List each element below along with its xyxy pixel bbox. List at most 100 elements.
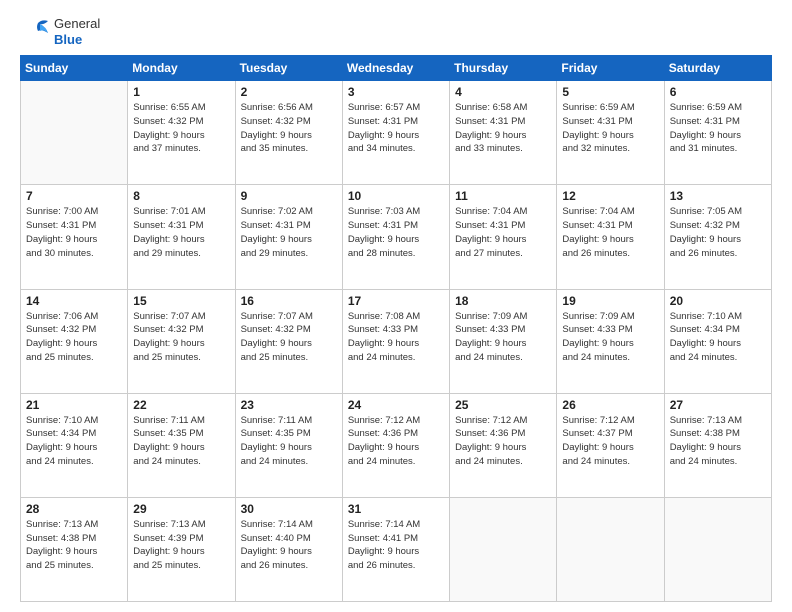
calendar-cell: 25 Sunrise: 7:12 AM Sunset: 4:36 PM Dayli… [450,393,557,497]
day-info: Sunrise: 7:07 AM Sunset: 4:32 PM Dayligh… [133,310,229,365]
calendar-cell: 10 Sunrise: 7:03 AM Sunset: 4:31 PM Dayli… [342,185,449,289]
day-number: 4 [455,85,551,99]
day-number: 17 [348,294,444,308]
day-number: 21 [26,398,122,412]
calendar-week-row-4: 21 Sunrise: 7:10 AM Sunset: 4:34 PM Dayli… [21,393,772,497]
day-info: Sunrise: 6:59 AM Sunset: 4:31 PM Dayligh… [562,101,658,156]
day-number: 5 [562,85,658,99]
day-number: 27 [670,398,766,412]
day-number: 9 [241,189,337,203]
logo-blue: Blue [54,32,100,48]
day-info: Sunrise: 7:14 AM Sunset: 4:41 PM Dayligh… [348,518,444,573]
day-number: 6 [670,85,766,99]
page: General Blue SundayMondayTuesdayWednesda… [0,0,792,612]
calendar-cell: 27 Sunrise: 7:13 AM Sunset: 4:38 PM Dayli… [664,393,771,497]
day-info: Sunrise: 7:09 AM Sunset: 4:33 PM Dayligh… [455,310,551,365]
day-number: 8 [133,189,229,203]
day-info: Sunrise: 7:04 AM Sunset: 4:31 PM Dayligh… [455,205,551,260]
calendar-cell [664,497,771,601]
calendar-cell [557,497,664,601]
day-info: Sunrise: 7:12 AM Sunset: 4:37 PM Dayligh… [562,414,658,469]
day-number: 23 [241,398,337,412]
logo-general: General [54,16,100,32]
calendar-cell: 12 Sunrise: 7:04 AM Sunset: 4:31 PM Dayli… [557,185,664,289]
calendar-cell: 3 Sunrise: 6:57 AM Sunset: 4:31 PM Daylig… [342,81,449,185]
calendar-table: SundayMondayTuesdayWednesdayThursdayFrid… [20,55,772,602]
day-info: Sunrise: 6:55 AM Sunset: 4:32 PM Dayligh… [133,101,229,156]
calendar-cell: 18 Sunrise: 7:09 AM Sunset: 4:33 PM Dayli… [450,289,557,393]
weekday-header-saturday: Saturday [664,56,771,81]
day-number: 30 [241,502,337,516]
calendar-cell: 9Sunrise: 7:02 AM Sunset: 4:31 PM Daylig… [235,185,342,289]
calendar-cell [21,81,128,185]
day-info: Sunrise: 7:12 AM Sunset: 4:36 PM Dayligh… [455,414,551,469]
day-info: Sunrise: 7:11 AM Sunset: 4:35 PM Dayligh… [133,414,229,469]
day-info: Sunrise: 7:13 AM Sunset: 4:38 PM Dayligh… [670,414,766,469]
day-info: Sunrise: 7:07 AM Sunset: 4:32 PM Dayligh… [241,310,337,365]
calendar-cell: 30 Sunrise: 7:14 AM Sunset: 4:40 PM Dayli… [235,497,342,601]
calendar-cell: 31 Sunrise: 7:14 AM Sunset: 4:41 PM Dayli… [342,497,449,601]
day-number: 14 [26,294,122,308]
calendar-cell: 19 Sunrise: 7:09 AM Sunset: 4:33 PM Dayli… [557,289,664,393]
calendar-cell: 6 Sunrise: 6:59 AM Sunset: 4:31 PM Daylig… [664,81,771,185]
day-info: Sunrise: 7:00 AM Sunset: 4:31 PM Dayligh… [26,205,122,260]
logo-text: General Blue [54,16,100,47]
day-number: 20 [670,294,766,308]
day-number: 10 [348,189,444,203]
day-number: 13 [670,189,766,203]
calendar-cell: 22 Sunrise: 7:11 AM Sunset: 4:35 PM Dayli… [128,393,235,497]
day-info: Sunrise: 7:12 AM Sunset: 4:36 PM Dayligh… [348,414,444,469]
day-number: 25 [455,398,551,412]
day-number: 19 [562,294,658,308]
day-number: 24 [348,398,444,412]
day-number: 11 [455,189,551,203]
day-info: Sunrise: 7:13 AM Sunset: 4:38 PM Dayligh… [26,518,122,573]
calendar-cell [450,497,557,601]
day-number: 15 [133,294,229,308]
day-number: 12 [562,189,658,203]
day-number: 3 [348,85,444,99]
calendar-cell: 28 Sunrise: 7:13 AM Sunset: 4:38 PM Dayli… [21,497,128,601]
calendar-cell: 16Sunrise: 7:07 AM Sunset: 4:32 PM Dayli… [235,289,342,393]
day-info: Sunrise: 7:10 AM Sunset: 4:34 PM Dayligh… [26,414,122,469]
calendar-cell: 24 Sunrise: 7:12 AM Sunset: 4:36 PM Dayli… [342,393,449,497]
calendar-cell: 26Sunrise: 7:12 AM Sunset: 4:37 PM Dayli… [557,393,664,497]
day-info: Sunrise: 7:04 AM Sunset: 4:31 PM Dayligh… [562,205,658,260]
day-info: Sunrise: 6:58 AM Sunset: 4:31 PM Dayligh… [455,101,551,156]
day-info: Sunrise: 6:59 AM Sunset: 4:31 PM Dayligh… [670,101,766,156]
weekday-header-tuesday: Tuesday [235,56,342,81]
day-info: Sunrise: 6:57 AM Sunset: 4:31 PM Dayligh… [348,101,444,156]
calendar-week-row-1: 1 Sunrise: 6:55 AM Sunset: 4:32 PM Daylig… [21,81,772,185]
day-info: Sunrise: 7:14 AM Sunset: 4:40 PM Dayligh… [241,518,337,573]
calendar-cell: 17Sunrise: 7:08 AM Sunset: 4:33 PM Dayli… [342,289,449,393]
calendar-cell: 8 Sunrise: 7:01 AM Sunset: 4:31 PM Daylig… [128,185,235,289]
day-info: Sunrise: 7:03 AM Sunset: 4:31 PM Dayligh… [348,205,444,260]
calendar-cell: 7 Sunrise: 7:00 AM Sunset: 4:31 PM Daylig… [21,185,128,289]
day-number: 2 [241,85,337,99]
day-info: Sunrise: 7:10 AM Sunset: 4:34 PM Dayligh… [670,310,766,365]
day-number: 31 [348,502,444,516]
calendar-cell: 1 Sunrise: 6:55 AM Sunset: 4:32 PM Daylig… [128,81,235,185]
calendar-cell: 11 Sunrise: 7:04 AM Sunset: 4:31 PM Dayli… [450,185,557,289]
weekday-header-monday: Monday [128,56,235,81]
calendar-cell: 14 Sunrise: 7:06 AM Sunset: 4:32 PM Dayli… [21,289,128,393]
day-info: Sunrise: 7:01 AM Sunset: 4:31 PM Dayligh… [133,205,229,260]
day-info: Sunrise: 7:11 AM Sunset: 4:35 PM Dayligh… [241,414,337,469]
calendar-cell: 13Sunrise: 7:05 AM Sunset: 4:32 PM Dayli… [664,185,771,289]
weekday-header-row: SundayMondayTuesdayWednesdayThursdayFrid… [21,56,772,81]
day-number: 7 [26,189,122,203]
day-info: Sunrise: 7:06 AM Sunset: 4:32 PM Dayligh… [26,310,122,365]
calendar-cell: 29Sunrise: 7:13 AM Sunset: 4:39 PM Dayli… [128,497,235,601]
day-number: 18 [455,294,551,308]
header: General Blue [20,16,772,47]
day-info: Sunrise: 7:09 AM Sunset: 4:33 PM Dayligh… [562,310,658,365]
logo-bird-icon [20,19,50,45]
day-number: 28 [26,502,122,516]
calendar-cell: 4 Sunrise: 6:58 AM Sunset: 4:31 PM Daylig… [450,81,557,185]
weekday-header-thursday: Thursday [450,56,557,81]
weekday-header-wednesday: Wednesday [342,56,449,81]
calendar-week-row-2: 7 Sunrise: 7:00 AM Sunset: 4:31 PM Daylig… [21,185,772,289]
day-info: Sunrise: 6:56 AM Sunset: 4:32 PM Dayligh… [241,101,337,156]
day-number: 1 [133,85,229,99]
day-number: 22 [133,398,229,412]
